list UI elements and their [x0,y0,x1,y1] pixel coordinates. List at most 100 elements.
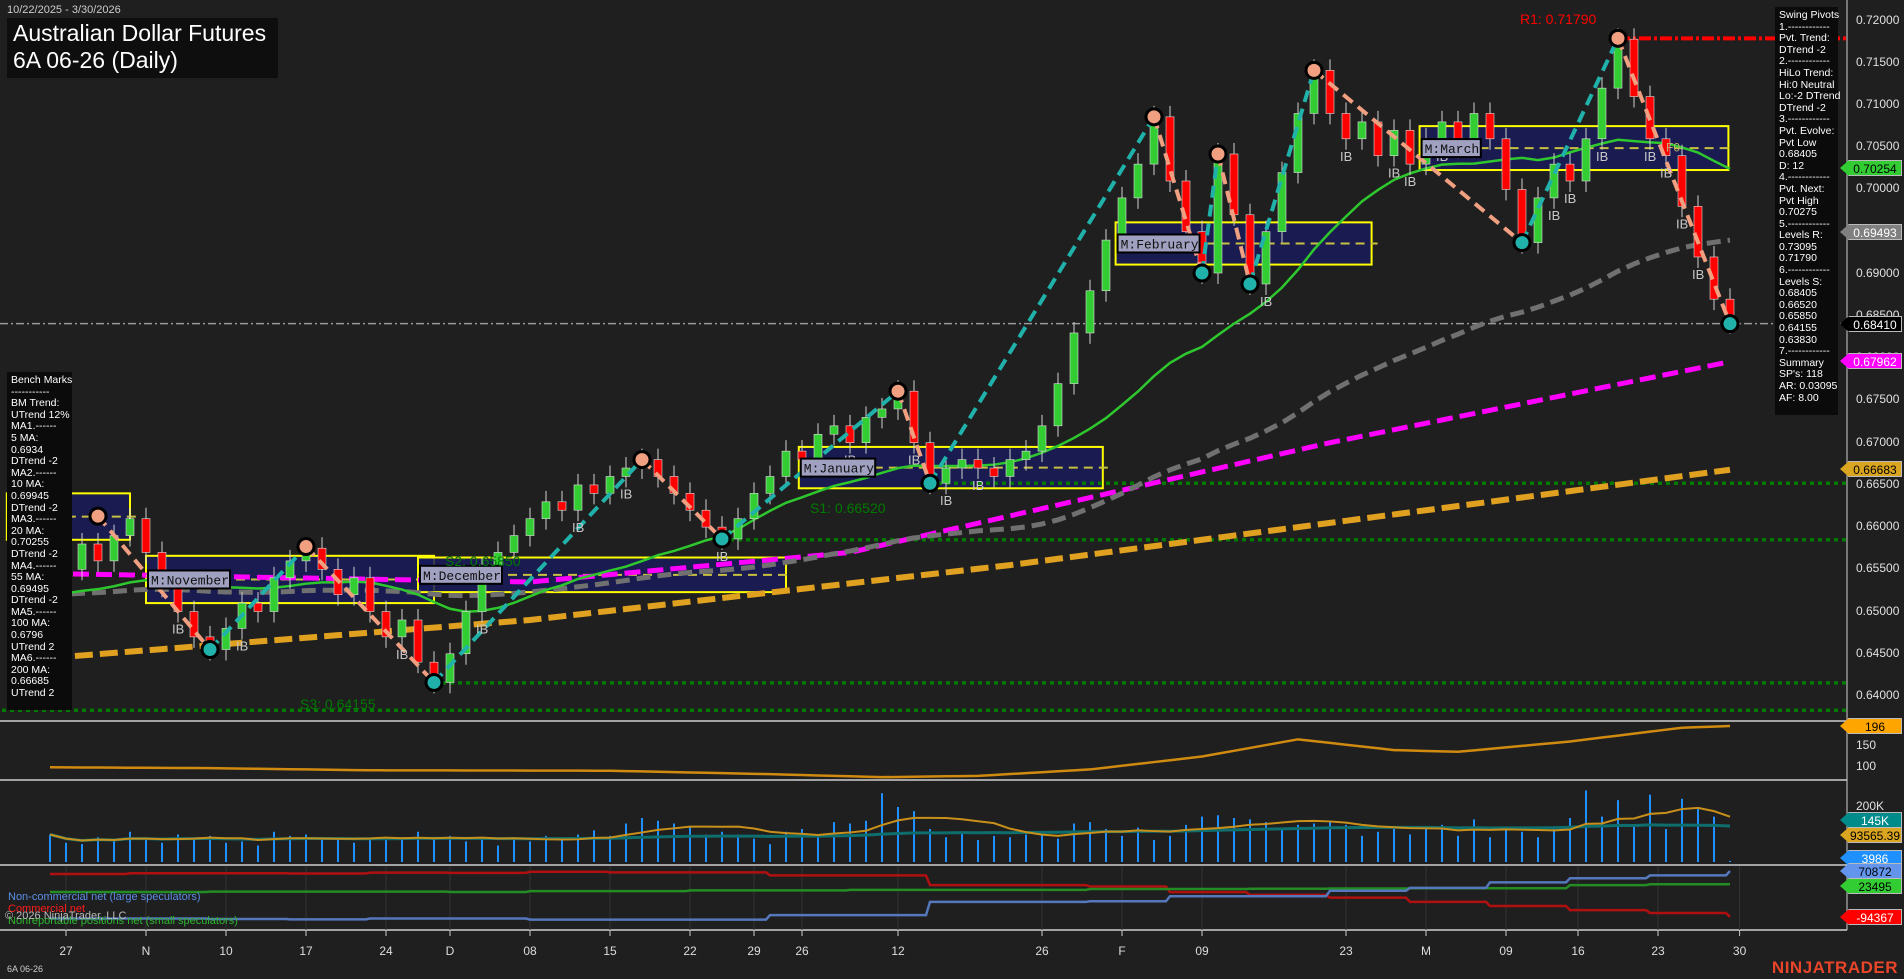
time-tick: F [1118,944,1126,958]
time-tick: 09 [1195,944,1209,958]
panel-line: Swing Pivots [1779,9,1840,21]
price-marker: 196 [1840,718,1902,734]
ib-label: IB [1596,149,1608,164]
ib-label: IB [1644,149,1656,164]
candle-body [1101,239,1111,292]
cot-noncommercial-line [50,870,1731,921]
panel-line: DTrend -2 [11,455,58,468]
candle-body [749,493,759,519]
ib-label: IB [620,486,632,501]
price-marker: 145K [1840,812,1902,828]
candle-body [989,467,999,477]
candle-body [1005,459,1015,477]
panel-line: HiLo Trend: [1779,66,1834,79]
swing-high-marker [1208,144,1228,164]
time-tick: 10 [219,944,233,958]
panel-line: AR: 0.03095 [1779,380,1838,392]
price-marker: 0.66683 [1840,461,1902,478]
candle-body [557,501,567,511]
panel1-tick: 150 [1856,738,1877,752]
time-tick: 23 [1651,944,1665,958]
swing-high-marker [888,381,908,401]
panel-line: 0.68405 [1779,148,1817,161]
price-tick: 0.67500 [1856,392,1900,407]
panel-line: 6.------------ [1779,264,1830,277]
candle-body [1021,450,1031,460]
time-tick: 22 [683,944,697,958]
ib-label: IB [1564,191,1576,206]
month-label: M:December [423,569,501,584]
candle-body [397,619,407,638]
ib-label: IB [1676,216,1688,231]
ib-label: IB [1404,174,1416,189]
time-tick: 23 [1339,944,1353,958]
price-tick: 0.71000 [1856,97,1900,112]
time-tick: 12 [891,944,905,958]
month-label: M:November [151,573,229,588]
candle-body [541,501,551,519]
time-tick: 09 [1499,944,1513,958]
candle-body [941,467,951,484]
candle-body [765,476,775,494]
cot-commercial-line [50,870,1731,918]
candle-body [1629,38,1639,97]
month-label: M:January [804,462,874,477]
level-label: S3: 0.64155 [300,696,376,712]
panel-line: UTrend 2 [11,687,55,700]
time-tick: 27 [59,944,73,958]
panel-line: MA3.------ [11,513,57,526]
instrument-name: Australian Dollar Futures [13,20,267,46]
panel-line: 0.64155 [1779,322,1817,335]
price-marker: 0.69493 [1840,224,1902,241]
candle-body [141,518,151,553]
panel-line: AF: 8.00 [1779,391,1819,404]
candle-body [413,619,423,663]
candle-body [1133,163,1143,199]
swing-high-marker [88,506,108,526]
candle-body [589,484,599,494]
level-label: R1: 0.71790 [1520,11,1596,27]
price-tick: 0.70000 [1856,181,1900,196]
time-tick: 30 [1732,944,1747,958]
ib-label: IB [1660,166,1672,181]
level-label: S2: 0.65850 [445,553,521,569]
price-marker: 0.67962 [1840,353,1902,370]
candle-body [1053,383,1063,427]
time-tick: 15 [603,944,617,958]
month-label: M:February [1121,237,1199,252]
price-tick: 0.67000 [1856,434,1900,449]
panel-line: 0.70275 [1779,206,1817,219]
time-tick: 26 [1035,944,1049,958]
candle-body [1581,138,1591,182]
candle-body [1693,206,1703,258]
instrument-contract: 6A 06-26 (Daily) [13,47,178,73]
ib-label: IB [172,622,184,637]
ib-label: IB [972,478,984,493]
time-tick: D [445,944,455,958]
ib-label: IB [1388,166,1400,181]
ib-label: IB [1692,267,1704,282]
panel-line: Lo:-2 DTrend [1779,90,1841,103]
candle-body [877,408,887,418]
ib-label: IB [236,638,248,653]
candle-body [813,433,823,460]
candle-body [509,535,519,553]
bench-marks-panel: Bench Marks ----------- BM Trend: UTrend 12… [7,372,72,710]
swing-low-marker [712,529,732,549]
candle-body [1597,87,1607,140]
candle-body [605,476,615,494]
candle-body [973,459,983,469]
copyright: © 2026 NinjaTrader, LLC [5,910,127,922]
candle-body [781,450,791,477]
candle-body [1501,138,1511,190]
time-tick: 26 [795,944,809,958]
ib-label: IB [908,453,920,468]
chart-title-box: Australian Dollar Futures 6A 06-26 (Dail… [7,18,278,78]
time-tick: 17 [299,944,313,958]
f0-label: F0 [1666,140,1680,154]
ib-label: IB [1548,208,1560,223]
price-marker: 93565.39 [1840,827,1902,843]
price-tick: 0.66500 [1856,476,1900,491]
price-chart[interactable]: IB IB IB IB IB IB IB IB IB IB IB IB IB IB IB IB IB IB IB IB… [0,0,1904,979]
date-range: 10/22/2025 - 3/30/2026 [7,4,121,16]
